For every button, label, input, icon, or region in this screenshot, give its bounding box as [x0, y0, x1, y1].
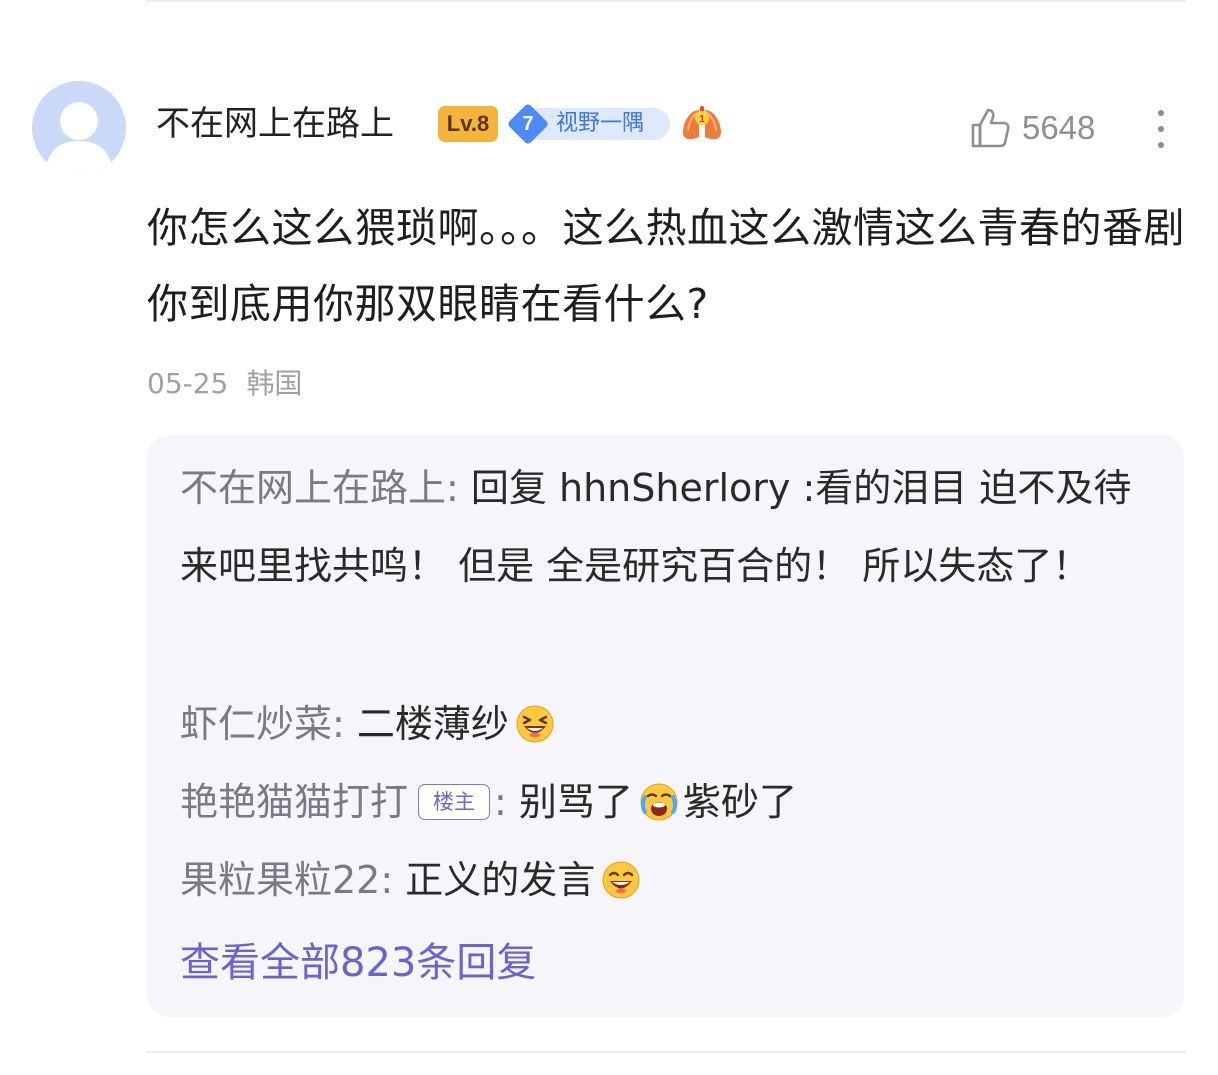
reply-text: 二楼薄纱	[356, 702, 509, 746]
more-options-icon[interactable]	[1146, 106, 1176, 152]
reply-item[interactable]: 虾仁炒菜: 二楼薄纱	[180, 685, 1165, 763]
bottom-divider	[146, 1051, 1186, 1053]
reply-author[interactable]: 不在网上在路上	[180, 466, 446, 510]
top-divider	[146, 0, 1186, 2]
comment-location: 韩国	[246, 367, 303, 400]
like-button[interactable]: 5648	[968, 104, 1095, 152]
comment-meta: 05-25 韩国	[147, 364, 302, 404]
lungs-icon: 1	[683, 106, 721, 140]
replies-box: 不在网上在路上: 回复 hhnSherlory :看的泪目 迫不及待来吧里找共鸣…	[147, 435, 1184, 1017]
thumbs-up-icon	[971, 108, 1010, 148]
host-tag: 楼主	[418, 783, 491, 820]
reply-author[interactable]: 艳艳猫猫打打	[180, 780, 408, 824]
default-avatar-icon	[44, 102, 114, 175]
reply-colon: :	[446, 466, 459, 510]
reply-item[interactable]: 果粒果粒22: 正义的发言	[180, 841, 1165, 919]
reply-text: 正义的发言	[405, 858, 596, 902]
fan-badge-level: 7	[522, 113, 534, 135]
laughing-emoji-icon	[602, 861, 640, 898]
comment-date: 05-25	[147, 367, 229, 400]
crying-laughing-emoji-icon	[640, 783, 678, 820]
reply-author[interactable]: 果粒果粒22	[180, 858, 380, 902]
like-count: 5648	[1022, 109, 1096, 146]
reply-colon: :	[380, 858, 394, 902]
reply-text: 别骂了	[518, 780, 633, 824]
username[interactable]: 不在网上在路上	[156, 102, 394, 146]
grinning-squint-emoji-icon	[516, 705, 554, 742]
level-badge: Lv.8	[438, 106, 498, 142]
svg-text:1: 1	[699, 114, 705, 125]
comment-page: 不在网上在路上 Lv.8 7 视野一隅 1 5648 你怎么这么猥琐啊。。。这么…	[0, 0, 1218, 1075]
reply-text-after: 紫砂了	[682, 780, 797, 824]
view-all-replies-link[interactable]: 查看全部823条回复	[180, 925, 536, 1001]
reply-colon: :	[332, 702, 345, 746]
avatar[interactable]	[32, 81, 126, 175]
reply-item[interactable]: 艳艳猫猫打打 楼主: 别骂了 紫砂了	[180, 763, 1165, 841]
fan-badge-name: 视野一隅	[556, 111, 645, 136]
reply-author[interactable]: 虾仁炒菜	[180, 702, 332, 746]
comment-text: 你怎么这么猥琐啊。。。这么热血这么激情这么青春的番剧 你到底用你那双眼睛在看什么…	[147, 204, 1185, 328]
reply-colon: :	[494, 780, 507, 824]
fan-badge[interactable]: 7 视野一隅	[506, 102, 672, 146]
reply-item[interactable]: 不在网上在路上: 回复 hhnSherlory :看的泪目 迫不及待来吧里找共鸣…	[180, 449, 1165, 605]
